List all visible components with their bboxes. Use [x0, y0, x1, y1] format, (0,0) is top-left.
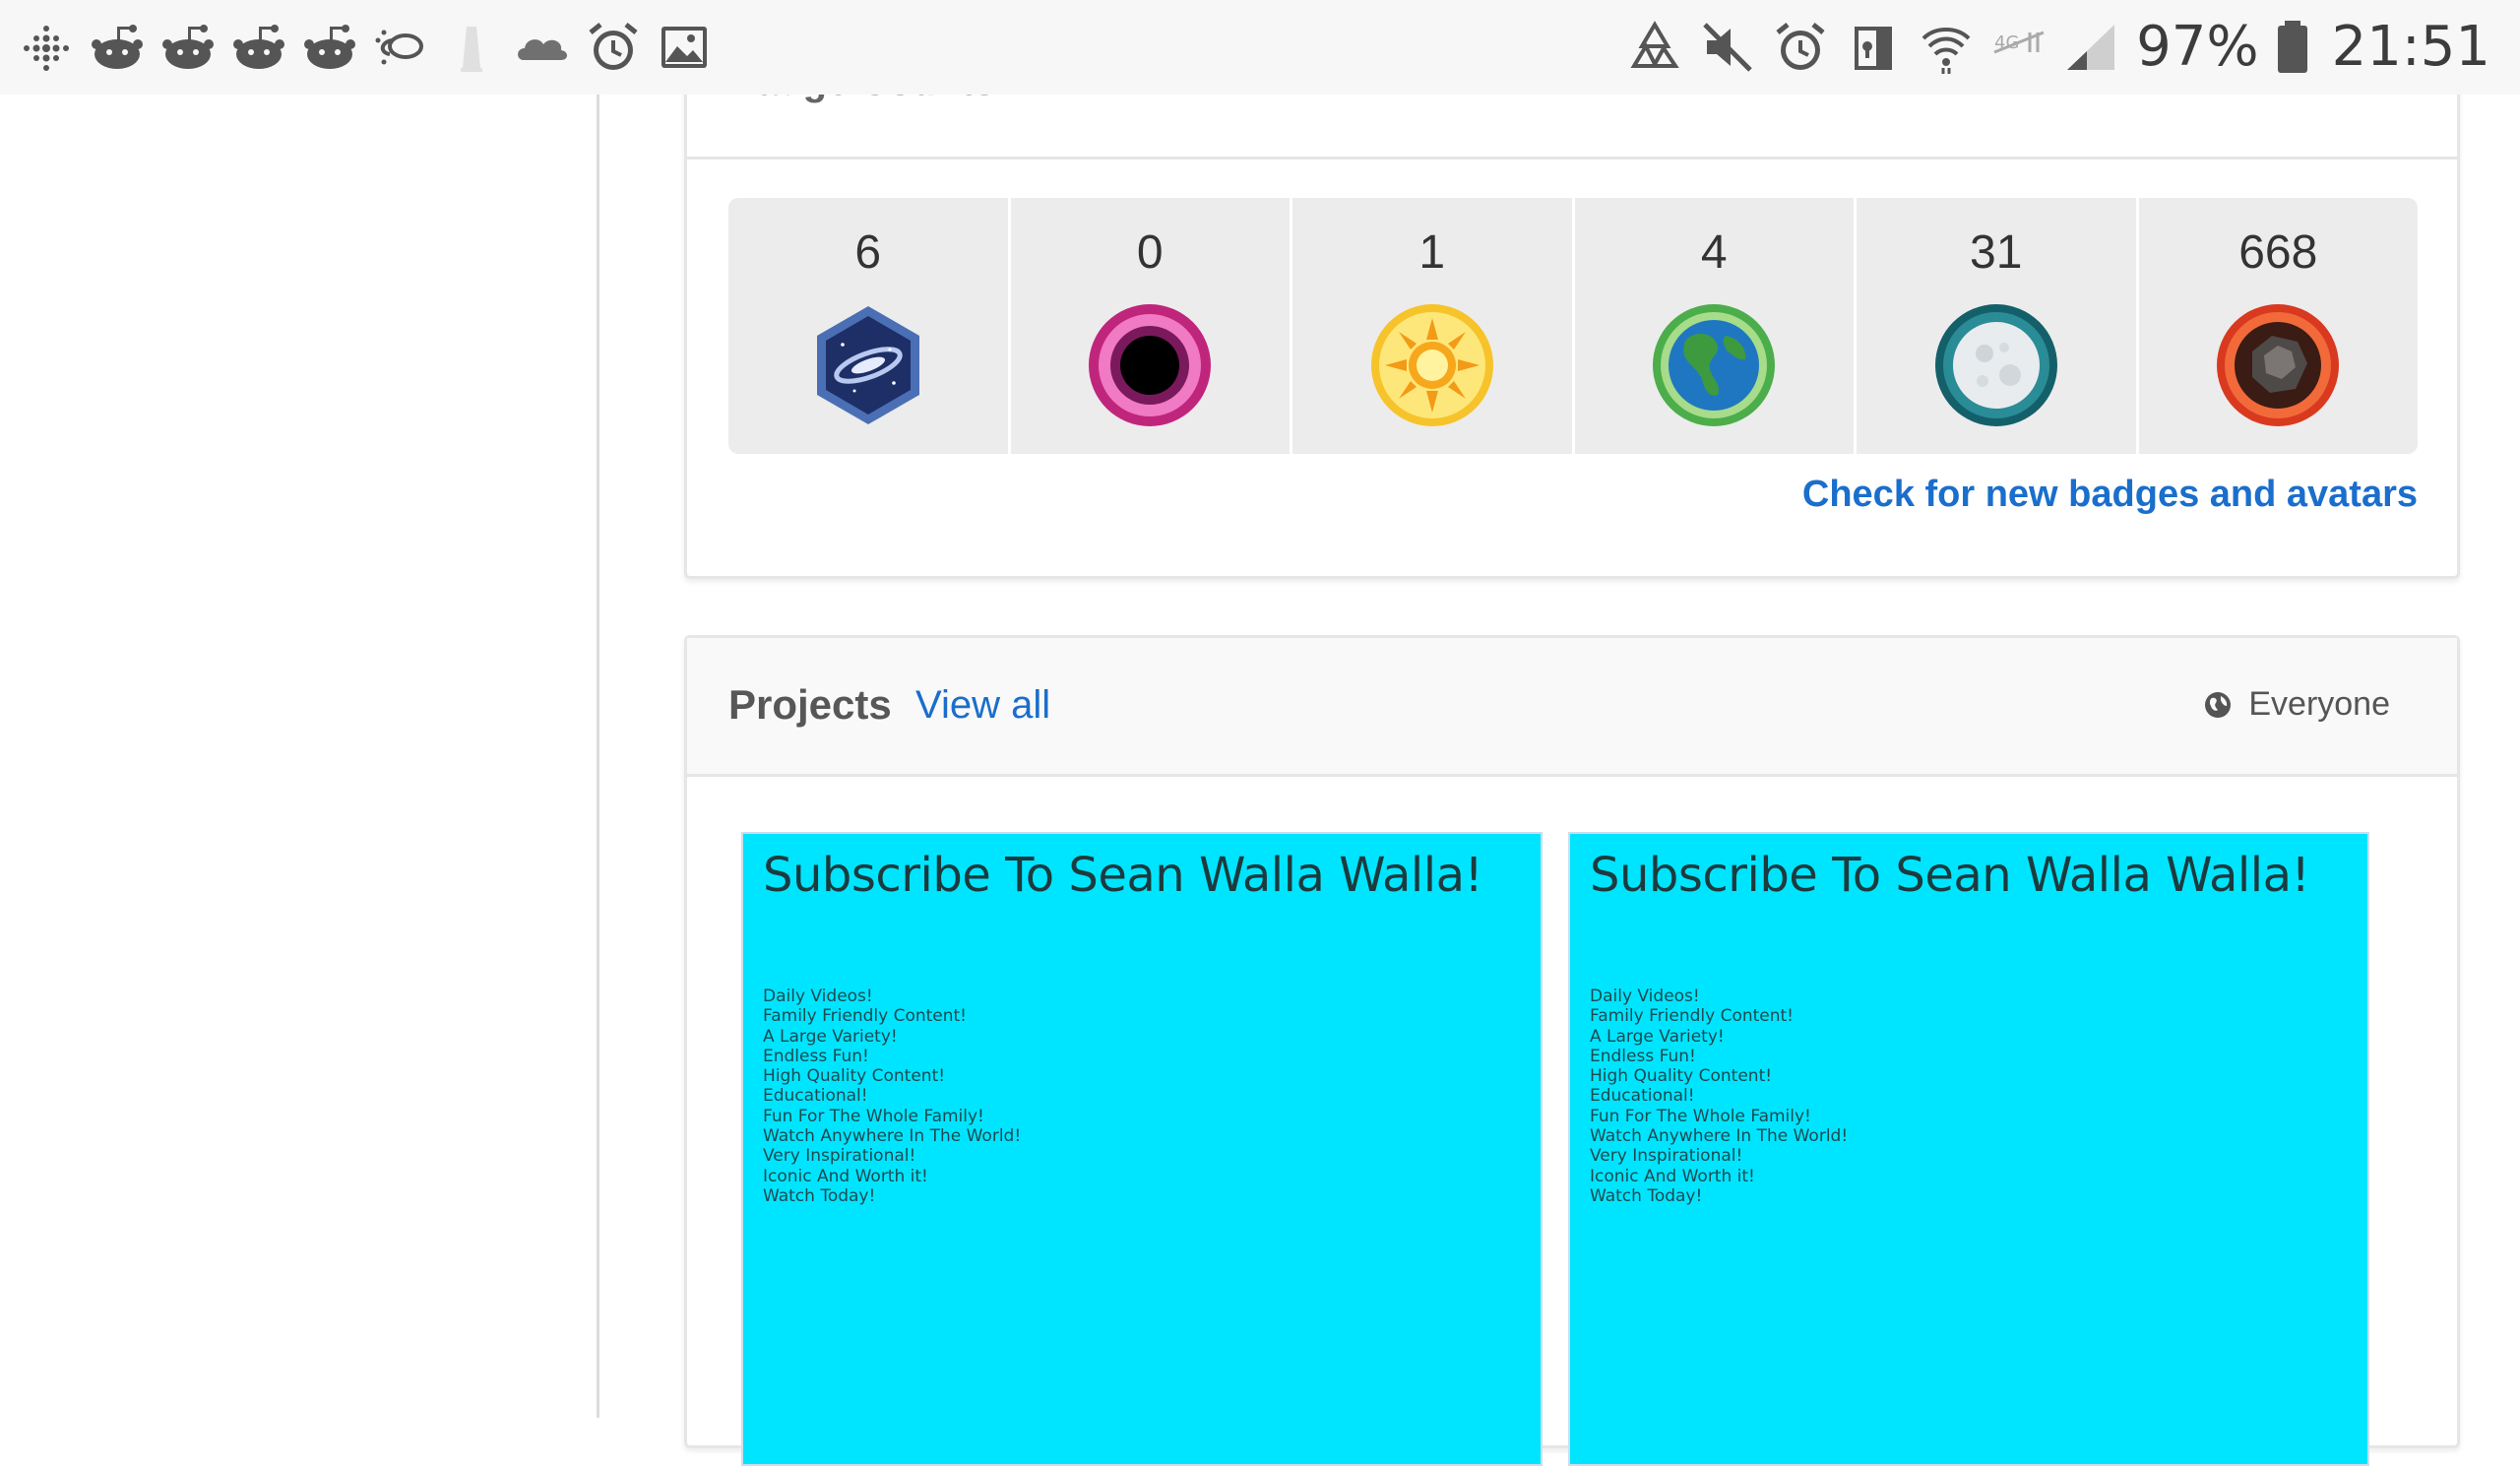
badge-cell-earth[interactable]: 4 — [1574, 198, 1854, 454]
reddit-icon — [89, 19, 146, 76]
earth-badge-icon — [1649, 300, 1779, 430]
project-card-line: Family Friendly Content! — [763, 1006, 967, 1027]
project-card-line: Educational! — [763, 1086, 868, 1107]
alarm-icon — [585, 19, 642, 76]
projects-header: Projects View all Everyone — [687, 638, 2457, 777]
badge-cell-moon[interactable]: 31 — [1857, 198, 2136, 454]
project-card-line: Family Friendly Content! — [1590, 1006, 1794, 1027]
black-hole-badge-icon — [1085, 300, 1215, 430]
reddit-icon — [301, 19, 358, 76]
project-card-line: High Quality Content! — [1590, 1066, 1773, 1087]
project-card[interactable]: Subscribe To Sean Walla Walla! Daily Vid… — [741, 832, 1543, 1466]
notification-icons — [18, 18, 713, 77]
project-card-line: High Quality Content! — [763, 1066, 946, 1087]
visibility-selector[interactable]: Everyone — [2203, 685, 2390, 724]
fitbit-icon — [18, 19, 75, 76]
project-card-title: Subscribe To Sean Walla Walla! — [763, 848, 1483, 903]
wifi-icon — [1918, 19, 1975, 76]
battery-icon — [2275, 19, 2310, 76]
project-card-line: Very Inspirational! — [1590, 1146, 1743, 1167]
project-card-description: Daily Videos! Family Friendly Content! A… — [763, 987, 1021, 1206]
projects-view-all-link[interactable]: View all — [915, 683, 1050, 728]
visibility-label: Everyone — [2248, 685, 2390, 723]
project-card-line: Watch Anywhere In The World! — [763, 1126, 1022, 1147]
project-card-line: Educational! — [1590, 1086, 1695, 1107]
reddit-icon — [230, 19, 287, 76]
lock-icon — [1845, 19, 1902, 76]
badge-count: 0 — [1136, 226, 1164, 279]
moon-badge-icon — [1931, 300, 2061, 430]
project-card[interactable]: Subscribe To Sean Walla Walla! Daily Vid… — [1568, 832, 2369, 1466]
project-card-line: Very Inspirational! — [763, 1146, 916, 1167]
battery-percentage: 97% — [2136, 15, 2259, 79]
recycle-icon — [1626, 19, 1683, 76]
sun-badge-icon — [1367, 300, 1497, 430]
project-card-line: Watch Today! — [763, 1185, 876, 1206]
project-card-line: Watch Anywhere In The World! — [1590, 1126, 1849, 1147]
badge-cell-sun[interactable]: 1 — [1292, 198, 1572, 454]
reddit-icon — [159, 19, 217, 76]
meteorite-badge-icon — [2213, 300, 2343, 430]
badge-strip: 6 0 1 4 31 668 — [728, 198, 2418, 454]
check-new-badges-link[interactable]: Check for new badges and avatars — [1802, 474, 2418, 516]
projects-panel: Projects View all Everyone Subscribe To … — [684, 635, 2460, 1466]
lte-icon: 4G — [1990, 19, 2048, 76]
mute-icon — [1699, 19, 1756, 76]
badge-cell-black-hole[interactable]: 0 — [1010, 198, 1290, 454]
left-sidebar — [0, 95, 599, 1418]
badge-counts-panel: Badge Counts View all 6 0 — [684, 59, 2460, 579]
badge-count: 31 — [1970, 226, 2023, 279]
cloud-icon — [514, 19, 571, 76]
project-card-line: Fun For The Whole Family! — [1590, 1106, 1811, 1126]
projects-title: Projects — [728, 681, 892, 728]
badge-count: 668 — [2238, 226, 2318, 279]
badge-count: 1 — [1418, 226, 1446, 279]
project-card-line: Daily Videos! — [1590, 987, 1700, 1006]
signal-icon — [2063, 19, 2120, 76]
badge-count: 4 — [1700, 226, 1728, 279]
gallery-icon — [656, 19, 713, 76]
badge-cell-galaxy[interactable]: 6 — [728, 198, 1008, 454]
project-card-line: A Large Variety! — [1590, 1026, 1725, 1047]
project-card-line: Iconic And Worth it! — [1590, 1166, 1755, 1186]
project-card-title: Subscribe To Sean Walla Walla! — [1590, 848, 2310, 903]
project-card-description: Daily Videos! Family Friendly Content! A… — [1590, 987, 1848, 1206]
clock: 21:51 — [2331, 15, 2490, 79]
system-icons: 4G 97% 21:51 — [1626, 14, 2490, 81]
status-bar: 4G 97% 21:51 — [0, 0, 2520, 95]
tower-icon — [443, 19, 500, 76]
project-card-line: Endless Fun! — [763, 1046, 869, 1066]
project-card-line: Iconic And Worth it! — [763, 1166, 928, 1186]
galaxy-badge-icon — [803, 300, 933, 430]
project-card-line: Fun For The Whole Family! — [763, 1106, 984, 1126]
project-card-line: A Large Variety! — [763, 1026, 898, 1047]
project-card-line: Watch Today! — [1590, 1185, 1703, 1206]
project-card-line: Daily Videos! — [763, 987, 873, 1006]
globe-icon — [2203, 690, 2233, 720]
badge-count: 6 — [854, 226, 882, 279]
alarm-icon — [1772, 19, 1829, 76]
badge-cell-meteorite[interactable]: 668 — [2138, 198, 2418, 454]
link-icon — [372, 19, 429, 76]
project-card-line: Endless Fun! — [1590, 1046, 1696, 1066]
